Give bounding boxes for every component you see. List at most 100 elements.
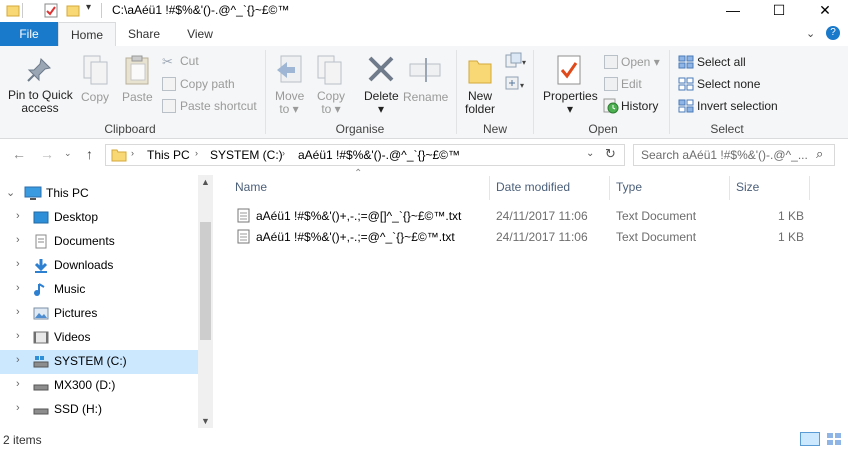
nav-item-videos[interactable]: › Videos [0, 326, 198, 350]
column-header-date-modified[interactable]: Date modified [496, 180, 570, 194]
select-all-button[interactable]: Select all [697, 55, 746, 69]
nav-item-downloads[interactable]: › Downloads [0, 254, 198, 278]
select-all-icon [678, 55, 694, 72]
open-icon [604, 55, 618, 69]
nav-scrollbar-thumb[interactable] [200, 222, 211, 340]
customize-quick-access-icon[interactable]: ▾ [86, 2, 91, 13]
tab-home[interactable]: Home [58, 22, 116, 46]
downloads-icon [33, 258, 49, 273]
select-none-icon [678, 77, 694, 94]
copy-to-button[interactable]: Copy to ▾ [317, 90, 345, 116]
breadcrumb-current-folder[interactable]: aAéü1 !#$%&'()-.@^_`{}~£©™ [298, 148, 460, 162]
invert-selection-button[interactable]: Invert selection [697, 99, 778, 113]
copy-to-label-2: to [321, 102, 332, 116]
table-row[interactable]: aAéü1 !#$%&'()+,-.;=@[]^_`{}~£©™.txt 24/… [230, 206, 810, 226]
table-row[interactable]: aAéü1 !#$%&'()+,-.;=@^_`{}~£©™.txt 24/11… [230, 227, 810, 247]
nav-item-this-pc[interactable]: ⌄ This PC [0, 182, 198, 206]
maximize-button[interactable]: ☐ [756, 0, 802, 22]
column-header-type[interactable]: Type [616, 180, 642, 194]
column-header-size[interactable]: Size [736, 180, 759, 194]
pin-to-quick-access-button[interactable]: Pin to Quick access [8, 89, 73, 115]
up-arrow-icon[interactable]: ↑ [86, 146, 93, 162]
tab-file[interactable]: File [0, 22, 58, 46]
chevron-right-icon[interactable]: › [16, 378, 20, 390]
nav-label: Videos [54, 330, 91, 344]
new-folder-quick-icon[interactable] [66, 3, 80, 18]
cut-button[interactable]: Cut [180, 54, 199, 68]
paste-button[interactable]: Paste [122, 90, 153, 104]
music-icon [33, 282, 49, 297]
file-type: Text Document [616, 209, 697, 223]
new-item-icon[interactable]: ▾ [505, 52, 526, 68]
nav-item-music[interactable]: › Music [0, 278, 198, 302]
properties-button[interactable]: Properties ▾ [543, 90, 598, 116]
breadcrumb-this-pc[interactable]: This PC [147, 148, 190, 162]
nav-item-system-c[interactable]: › SYSTEM (C:) [0, 350, 198, 374]
delete-button[interactable]: Delete ▾ [364, 90, 399, 116]
copy-path-button[interactable]: Copy path [180, 77, 235, 91]
nav-label: SSD (H:) [54, 402, 102, 416]
nav-item-documents[interactable]: › Documents [0, 230, 198, 254]
copy-to-icon [316, 54, 346, 89]
history-button[interactable]: History [621, 99, 658, 113]
search-placeholder[interactable]: Search aAéü1 !#$%&'()-.@^_... [641, 148, 808, 162]
refresh-icon[interactable]: ↻ [605, 146, 616, 162]
copy-button[interactable]: Copy [81, 90, 109, 104]
nav-item-mx300-d[interactable]: › MX300 (D:) [0, 374, 198, 398]
rename-button[interactable]: Rename [403, 90, 448, 104]
scroll-up-icon[interactable]: ▲ [201, 177, 210, 187]
invert-selection-icon [678, 99, 694, 116]
status-bar: 2 items [0, 428, 848, 447]
open-button[interactable]: Open ▾ [621, 55, 660, 69]
new-group-label: New [482, 122, 507, 136]
chevron-right-icon[interactable]: › [16, 234, 20, 246]
nav-label: Music [54, 282, 86, 296]
help-icon[interactable]: ? [826, 26, 840, 40]
edit-button[interactable]: Edit [621, 77, 642, 91]
copy-to-label: Copy [317, 89, 346, 103]
move-to-button[interactable]: Move to ▾ [275, 90, 304, 116]
nav-item-pictures[interactable]: › Pictures [0, 302, 198, 326]
minimize-button[interactable]: — [710, 0, 756, 22]
chevron-right-icon[interactable]: › [16, 258, 20, 270]
paste-shortcut-button[interactable]: Paste shortcut [180, 99, 257, 113]
chevron-right-icon[interactable]: › [16, 306, 20, 318]
nav-item-ssd-h[interactable]: › SSD (H:) [0, 398, 198, 422]
address-folder-icon [111, 148, 127, 165]
select-none-button[interactable]: Select none [697, 77, 760, 91]
back-arrow-icon[interactable]: ← [12, 146, 26, 162]
breadcrumb-system-c[interactable]: SYSTEM (C:) [210, 148, 283, 162]
chevron-down-icon[interactable]: ⌄ [6, 186, 15, 199]
large-icons-view-icon[interactable] [826, 432, 842, 446]
new-folder-button[interactable]: New folder [463, 90, 497, 116]
tab-share[interactable]: Share [118, 22, 170, 46]
chevron-right-icon[interactable]: › [16, 282, 20, 294]
chevron-right-icon[interactable]: › [16, 210, 20, 222]
file-name: aAéü1 !#$%&'()+,-.;=@^_`{}~£©™.txt [256, 230, 455, 244]
tab-view[interactable]: View [174, 22, 226, 46]
scroll-down-icon[interactable]: ▼ [201, 416, 210, 426]
chevron-right-icon[interactable]: › [16, 330, 20, 342]
close-button[interactable]: ✕ [802, 0, 848, 22]
chevron-right-icon[interactable]: › [16, 402, 20, 414]
file-date: 24/11/2017 11:06 [496, 209, 588, 223]
chevron-right-icon[interactable]: › [16, 354, 20, 366]
easy-access-icon[interactable]: ▾ [505, 75, 524, 90]
file-date: 24/11/2017 11:06 [496, 230, 588, 244]
expand-ribbon-icon[interactable]: ⌄ [806, 27, 815, 40]
svg-text:▾: ▾ [520, 81, 524, 90]
forward-arrow-icon[interactable]: → [40, 146, 54, 162]
nav-item-desktop[interactable]: › Desktop [0, 206, 198, 230]
new-folder-label: New [467, 89, 492, 103]
properties-quick-icon[interactable] [44, 3, 58, 18]
desktop-icon [33, 210, 49, 225]
drive-icon [33, 378, 49, 393]
sort-ascending-icon: ⌃ [354, 168, 363, 179]
recent-locations-icon[interactable]: ⌄ [64, 148, 72, 159]
file-size: 1 KB [778, 209, 805, 223]
search-icon[interactable]: ⌕ [816, 146, 823, 162]
computer-icon [24, 186, 42, 201]
details-view-icon[interactable] [800, 432, 820, 446]
address-dropdown-icon[interactable]: ⌄ [586, 148, 594, 159]
column-header-name[interactable]: Name [235, 180, 267, 194]
